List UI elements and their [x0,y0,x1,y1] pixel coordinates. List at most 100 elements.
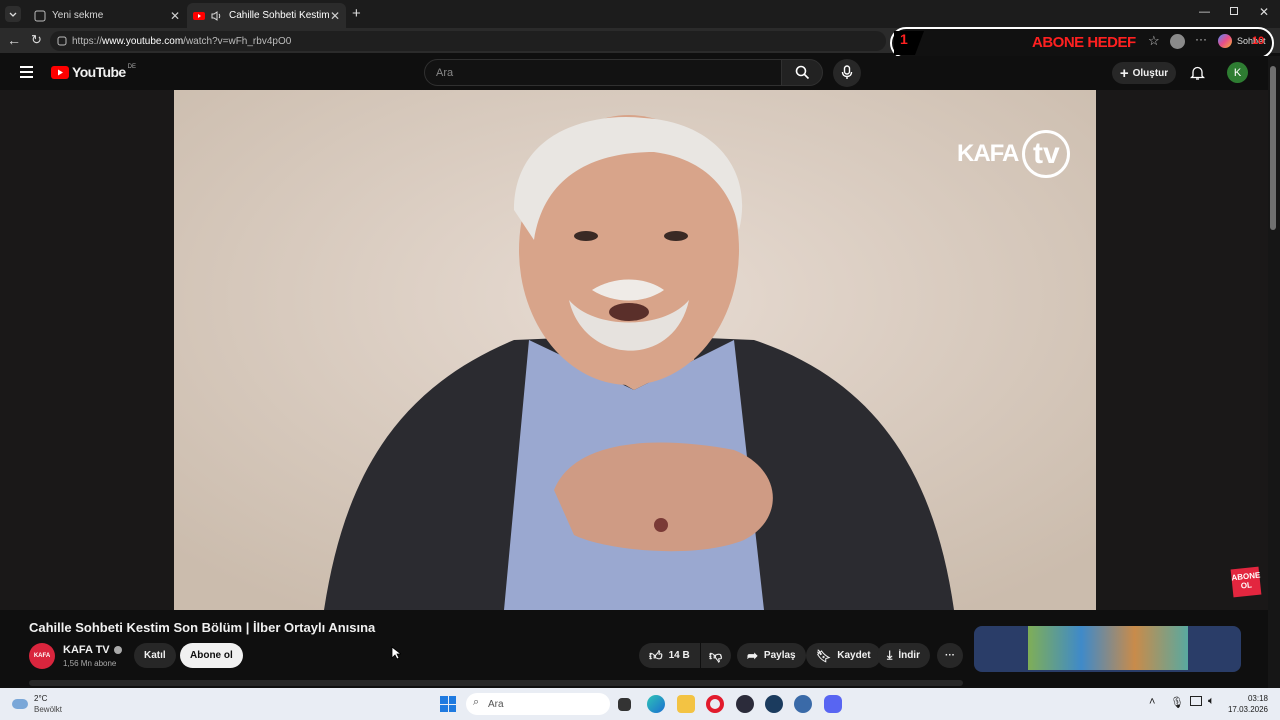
globe-app-icon[interactable] [794,695,812,713]
share-button[interactable]: ➦ Paylaş [737,643,806,668]
discord-icon[interactable] [824,695,842,713]
back-arrow-icon[interactable]: ← [7,32,21,48]
tray-overflow-chevron-icon[interactable]: ˄ [1149,696,1155,708]
opera-browser-icon[interactable] [706,695,724,713]
video-frame[interactable]: KAFA tv [174,90,1096,610]
youtube-favicon-icon [193,11,205,20]
app-icon-dark[interactable] [736,695,754,713]
tab-list-dropdown-button[interactable] [5,6,21,22]
clock-time: 03:18 [1247,694,1268,703]
site-info-icon[interactable] [57,36,67,46]
like-button[interactable]: 👍︎ 14 B [639,643,700,668]
taskbar-search-input[interactable]: ⌕ Ara [466,693,610,715]
video-player[interactable]: KAFA tv ABONE OL [0,90,1268,610]
recommended-card[interactable] [974,626,1241,672]
edge-browser-icon[interactable] [647,695,665,713]
close-window-icon[interactable]: ✕ [1259,5,1269,19]
new-tab-button[interactable]: + [352,5,361,22]
more-actions-button[interactable]: ··· [937,643,963,668]
scrollbar-thumb[interactable] [1270,66,1276,230]
weather-temp: 2°C [34,694,48,703]
thumbs-up-icon: 👍︎ [649,647,663,663]
new-tab-page-icon [34,10,46,21]
share-label: Paylaş [763,650,796,661]
browser-tab-strip: Yeni sekme ✕ Cahille Sohbeti Kestim Son … [0,0,1280,28]
download-button[interactable]: ⤓ İndir [877,643,930,668]
overlay-count-badge: 1 [894,31,924,55]
taskbar-search-placeholder: Ara [488,698,504,710]
like-count: 14 B [668,650,690,661]
more-horizontal-icon: ··· [945,650,955,661]
voice-search-button[interactable] [833,59,861,87]
url-prefix: https:// [72,35,103,47]
video-metadata-section: Cahille Sohbeti Kestim Son Bölüm | İlber… [0,610,1268,688]
task-view-icon[interactable] [618,698,631,711]
copilot-icon[interactable] [1218,34,1232,48]
abone-ol-corner-badge[interactable]: ABONE OL [1230,566,1262,598]
search-icon [795,65,810,80]
steam-icon[interactable] [765,695,783,713]
windows-taskbar: 2°C Bewölkt ⌕ Ara ˄ 🎙︎ 🔈︎ 03:18 17.03.20… [0,688,1280,720]
verified-check-icon [113,646,122,654]
search-icon: ⌕ [473,696,480,708]
download-label: İndir [898,650,920,661]
tab-new-tab[interactable]: Yeni sekme ✕ [26,3,186,28]
recommended-thumbnail [1028,626,1188,670]
overlay-target-count: 10 [1252,35,1265,47]
address-bar[interactable]: https://www.youtube.com/watch?v=wFh_rbv4… [50,31,886,51]
url-host: www.youtube.com [102,35,184,47]
create-button[interactable]: + Oluştur [1112,62,1176,84]
weather-desc: Bewölkt [34,705,63,714]
mouse-cursor-icon [391,646,401,660]
search-button[interactable] [781,59,823,86]
channel-avatar[interactable]: KAFA [29,643,55,669]
save-button[interactable]: 🔖︎ Kaydet [806,643,881,668]
weather-widget[interactable]: 2°C Bewölkt [12,693,62,715]
profile-icon[interactable] [1170,34,1185,49]
youtube-header: YouTube DE Ara + Oluştur K [0,56,1268,90]
microphone-tray-icon[interactable]: 🎙︎ [1170,696,1184,709]
video-title: Cahille Sohbeti Kestim Son Bölüm | İlber… [29,620,376,635]
overlay-title: ABONE HEDEF [1032,34,1136,51]
minimize-window-icon[interactable]: — [1199,6,1210,18]
close-tab-icon[interactable]: ✕ [170,9,180,23]
thumbs-down-icon: 👎︎ [709,647,723,663]
tab-youtube-video[interactable]: Cahille Sohbeti Kestim Son Bö ✕ [187,3,346,28]
youtube-logo-text: YouTube [72,64,126,80]
youtube-play-logo-icon [51,65,69,79]
tab-label: Yeni sekme [52,10,104,21]
restore-window-icon[interactable] [1230,7,1238,15]
network-tray-icon[interactable] [1190,696,1202,706]
windows-start-icon[interactable] [440,696,456,712]
subscriber-count: 1,56 Mn abone [63,659,117,668]
speaker-audio-icon[interactable] [211,10,223,22]
favorite-star-icon[interactable]: ☆ [1148,33,1160,49]
url-path: /watch?v=wFh_rbv4pO0 [183,35,292,47]
volume-tray-icon[interactable]: 🔈︎ [1208,695,1215,708]
notifications-bell-icon[interactable] [1190,65,1205,81]
comments-divider [29,680,963,686]
hamburger-menu-icon[interactable] [20,66,33,78]
tab-label: Cahille Sohbeti Kestim Son Bö [229,10,333,21]
watermark-text: KAFA [957,140,1019,167]
clock[interactable]: 03:18 17.03.2026 [1226,693,1268,715]
search-input[interactable]: Ara [424,59,782,86]
file-explorer-icon[interactable] [677,695,695,713]
download-icon: ⤓ [887,648,893,662]
save-label: Kaydet [837,650,871,661]
bookmark-icon: 🔖︎ [816,648,832,663]
subscribe-button[interactable]: Abone ol [180,643,243,668]
youtube-logo[interactable]: YouTube DE [51,64,136,80]
close-tab-icon[interactable]: ✕ [330,9,340,23]
search-placeholder: Ara [436,66,454,79]
channel-name[interactable]: KAFA TV [63,644,122,656]
dislike-button[interactable]: 👎︎ [701,643,731,668]
join-button[interactable]: Katıl [134,643,176,668]
clock-date: 17.03.2026 [1227,705,1268,714]
microphone-icon [841,65,853,79]
more-options-icon[interactable]: ··· [1195,32,1207,46]
account-avatar[interactable]: K [1227,62,1248,83]
channel-name-text: KAFA TV [63,644,110,656]
reload-icon[interactable]: ↻ [31,32,42,48]
chevron-down-icon [9,12,17,17]
